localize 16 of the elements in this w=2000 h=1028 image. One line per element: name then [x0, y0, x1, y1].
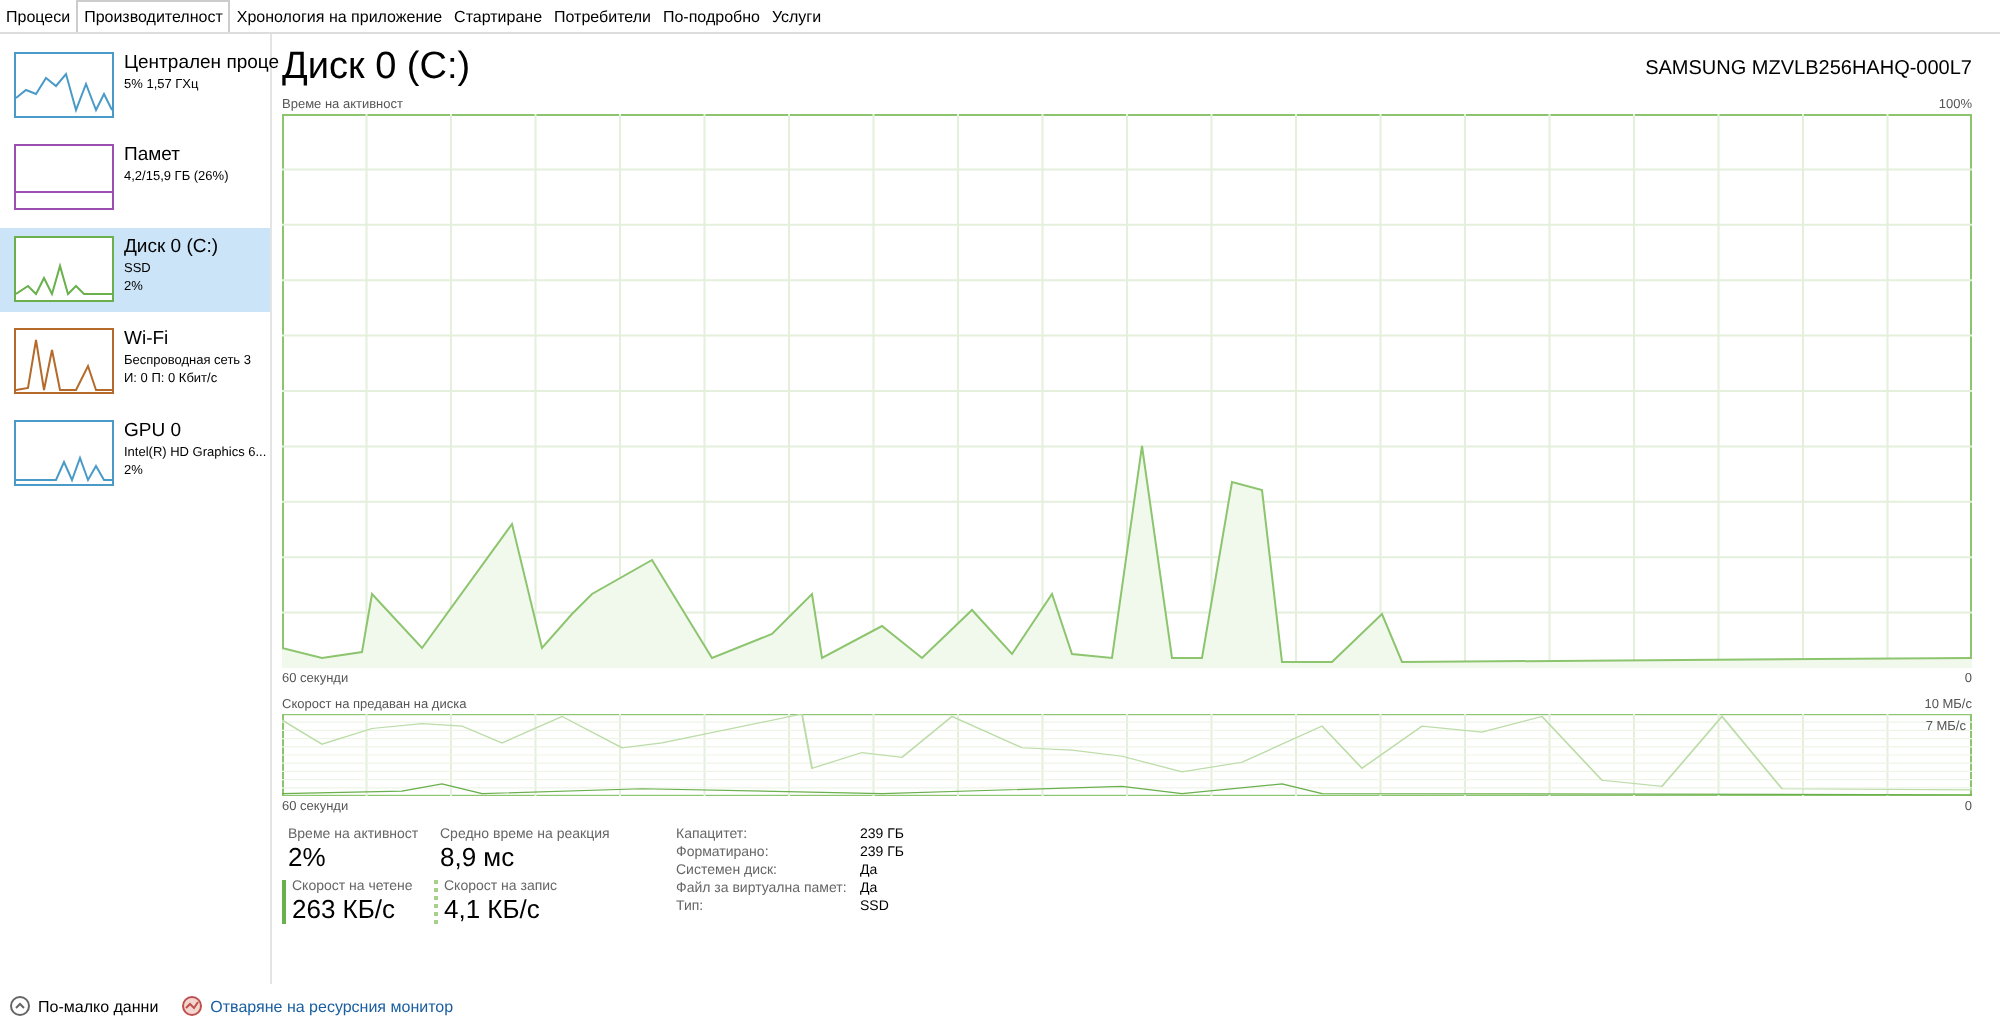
item-title: Диск 0 (C:) [124, 236, 219, 260]
item-title: Централен проце [124, 52, 280, 76]
monitor-icon [182, 996, 203, 1016]
disk-title: Диск 0 (C:) [282, 46, 471, 90]
stat-value: 2% [288, 842, 328, 872]
stat-value: 263 КБ/с [292, 894, 398, 924]
disk-model: SAMSUNG MZVLB256HAHQ-000L7 [1645, 57, 1972, 79]
chevron-up-icon [10, 996, 30, 1016]
fewer-details-button[interactable]: По-малко данни [10, 996, 159, 1016]
stat-value: 8,9 мс [440, 842, 517, 872]
resource-monitor-link[interactable]: Отваряне на ресурсния монитор [182, 996, 454, 1016]
tab[interactable]: Производителност [76, 0, 231, 32]
item-title: Памет [124, 144, 182, 168]
item-title: Wi-Fi [124, 328, 171, 352]
stat-value: 4,1 КБ/с [444, 894, 542, 924]
item-title: GPU 0 [124, 420, 184, 444]
